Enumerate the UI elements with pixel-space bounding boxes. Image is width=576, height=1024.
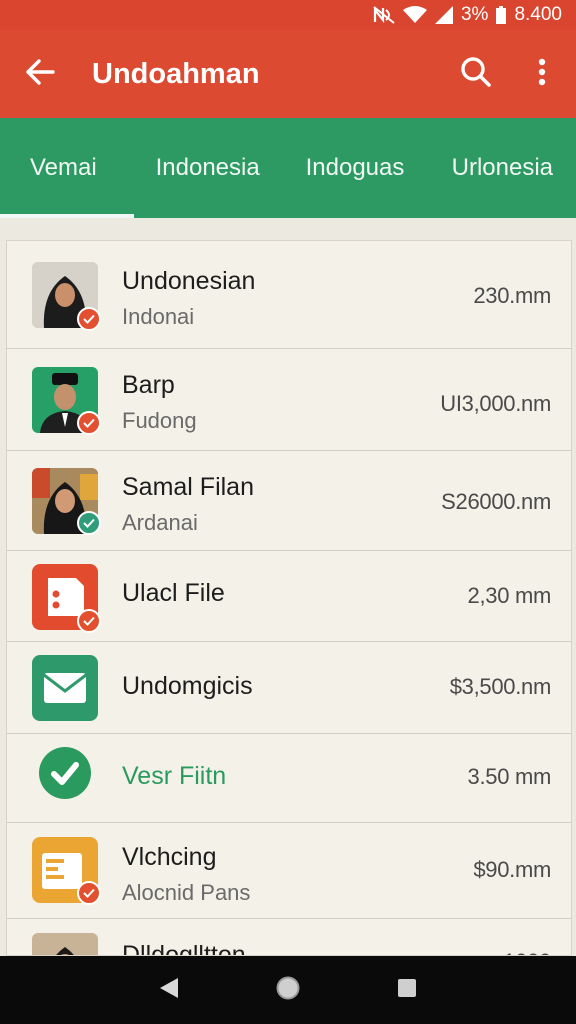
status-bar: 3% 8.400	[0, 0, 576, 30]
tab-bar: Vemai Indonesia Indoguas Urlonesia	[0, 118, 576, 218]
wifi-icon	[402, 6, 427, 24]
item-amount: 3.50 mm	[467, 764, 552, 789]
list-item[interactable]: Vesr Fiitn 3.50 mm	[7, 734, 571, 823]
more-vert-icon	[538, 58, 546, 91]
tab-label: Vemai	[30, 154, 97, 181]
tab-label: Indoguas	[305, 154, 405, 181]
search-button[interactable]	[454, 52, 498, 96]
tab-indoguas[interactable]: Indoguas	[281, 118, 428, 218]
nav-home-button[interactable]	[268, 970, 308, 1010]
more-options-button[interactable]	[520, 52, 564, 96]
item-amount: $3,500.nm	[449, 674, 552, 699]
check-badge	[77, 411, 101, 435]
transaction-list: Undonesian Indonai 230.mm Barp Fudong UI…	[6, 240, 572, 956]
nav-back-icon	[158, 976, 180, 1005]
mail-app-icon	[32, 655, 98, 721]
avatar	[32, 933, 98, 955]
item-subtitle: Alocnid Pans	[122, 880, 251, 905]
list-item[interactable]: Barp Fudong UI3,000.nm	[7, 349, 571, 451]
check-badge	[77, 881, 101, 905]
item-amount: $90.mm	[473, 857, 551, 882]
status-time: 8.400	[514, 4, 562, 25]
nav-recents-icon	[397, 978, 417, 1003]
item-subtitle: Fudong	[122, 408, 197, 433]
search-icon	[460, 56, 492, 93]
app-icon	[37, 745, 93, 801]
battery-percent: 3%	[460, 4, 489, 25]
app-icon	[32, 655, 98, 721]
check-badge	[77, 511, 101, 535]
list-item[interactable]: Samal Filan Ardanai S26000.nm	[7, 451, 571, 551]
signal-icon	[434, 6, 453, 24]
item-amount: 1000	[503, 949, 551, 955]
nfc-icon	[373, 6, 395, 24]
nav-recents-button[interactable]	[387, 970, 427, 1010]
back-button[interactable]	[20, 54, 60, 94]
item-name: Barp	[122, 371, 175, 399]
item-subtitle: Ardanai	[122, 510, 198, 535]
nav-home-icon	[275, 975, 301, 1006]
avatar-woman-hijab-2-icon	[32, 933, 98, 955]
tab-vemai[interactable]: Vemai	[0, 118, 134, 218]
item-name: Undonesian	[122, 267, 256, 295]
tab-label: Indonesia	[155, 154, 260, 181]
item-name: Vlchcing	[122, 843, 217, 871]
battery-icon	[496, 6, 507, 24]
check-badge	[77, 609, 101, 633]
list-item[interactable]: Undomgicis $3,500.nm	[7, 642, 571, 734]
item-amount: UI3,000.nm	[440, 391, 551, 416]
app-bar: Undoahman	[0, 30, 576, 118]
item-amount: 230.mm	[473, 283, 551, 308]
list-item[interactable]: Vlchcing Alocnid Pans $90.mm	[7, 823, 571, 919]
tab-urlonesia[interactable]: Urlonesia	[429, 118, 576, 218]
list-item[interactable]: Undonesian Indonai 230.mm	[7, 241, 571, 349]
nav-back-button[interactable]	[149, 970, 189, 1010]
tab-label: Urlonesia	[451, 154, 554, 181]
item-name: Vesr Fiitn	[122, 762, 227, 790]
check-badge	[77, 307, 101, 331]
item-name: Undomgicis	[122, 672, 253, 700]
page-title: Undoahman	[92, 57, 260, 90]
check-circle-icon	[39, 747, 91, 799]
item-name: Samal Filan	[122, 473, 254, 501]
system-nav-bar	[0, 956, 576, 1024]
list-item[interactable]: Dlldoglltton 1000	[7, 919, 571, 956]
arrow-left-icon	[25, 58, 55, 90]
item-amount: S26000.nm	[441, 489, 551, 514]
item-amount: 2,30 mm	[467, 583, 552, 608]
tab-indonesia[interactable]: Indonesia	[134, 118, 281, 218]
list-item[interactable]: Ulacl File 2,30 mm	[7, 551, 571, 642]
item-name: Ulacl File	[122, 579, 225, 607]
item-name: Dlldoglltton	[122, 941, 246, 956]
item-subtitle: Indonai	[122, 304, 195, 329]
